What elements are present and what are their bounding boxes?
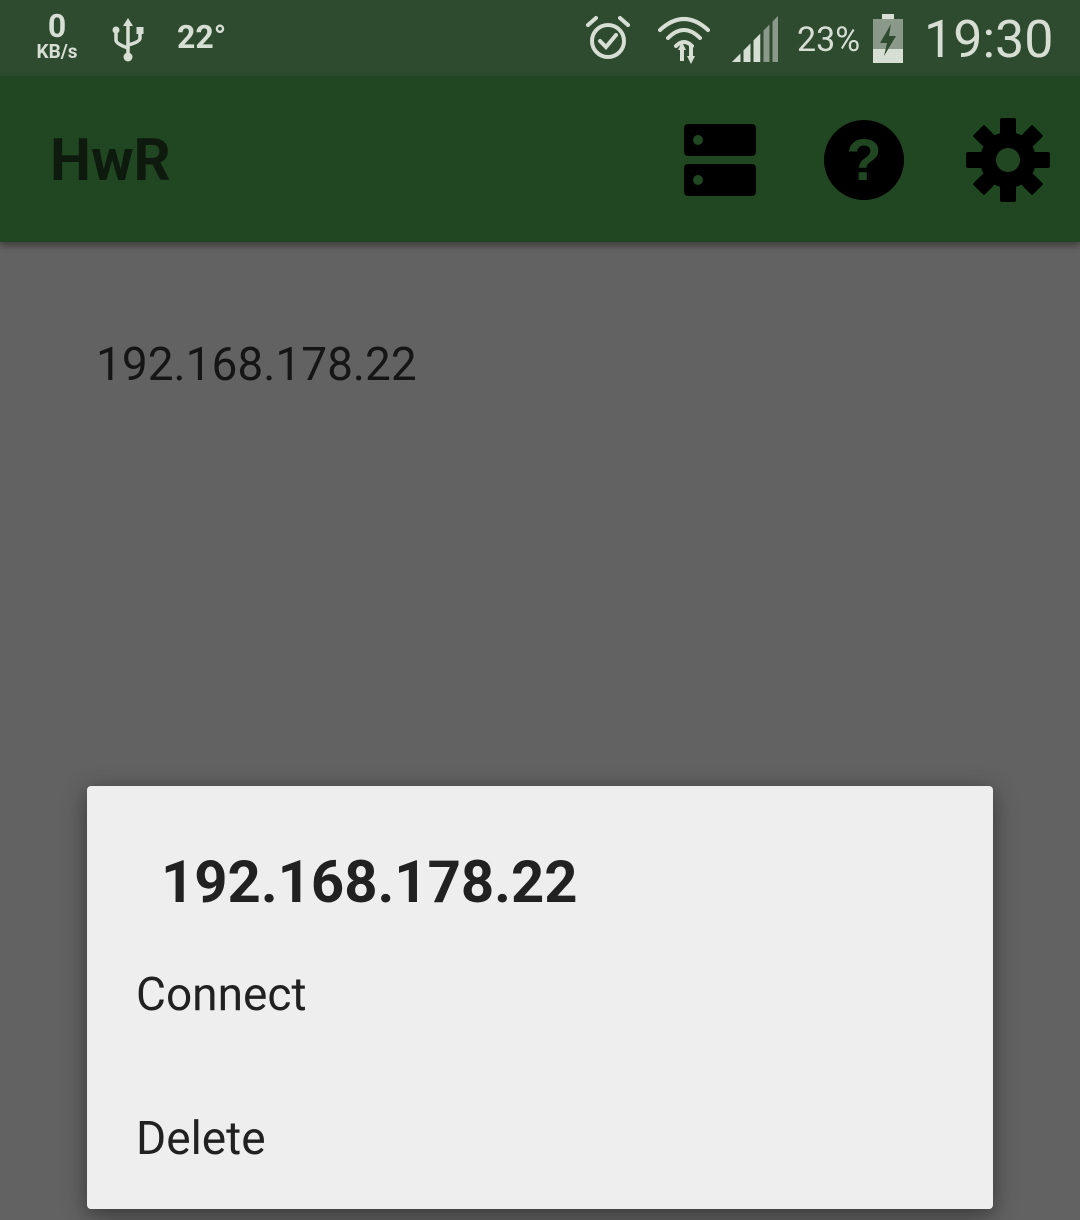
help-button[interactable]: ? (816, 112, 912, 208)
settings-button[interactable] (960, 112, 1056, 208)
servers-button[interactable] (672, 112, 768, 208)
dialog-title: 192.168.178.22 (161, 849, 578, 917)
help-icon: ? (824, 120, 904, 200)
delete-option[interactable]: Delete (87, 1084, 993, 1194)
clock: 19:30 (924, 9, 1054, 70)
temperature: 22° (177, 18, 227, 56)
app-bar: HwR ? (0, 76, 1080, 242)
server-list-item[interactable]: 192.168.178.22 (96, 338, 417, 392)
server-options-dialog: 192.168.178.22 Connect Delete (87, 786, 993, 1209)
connect-option-label: Connect (136, 968, 307, 1022)
usb-icon (110, 18, 146, 66)
settings-icon (966, 118, 1050, 202)
wifi-icon (656, 12, 712, 68)
alarm-icon (584, 14, 632, 66)
app-title: HwR (50, 127, 171, 195)
status-bar: 0 KB/s 22° 23% 19:30 (0, 0, 1080, 76)
battery-percentage: 23% (797, 20, 861, 60)
network-speed-value: 0 (47, 7, 67, 45)
battery-charging-icon (871, 14, 905, 68)
cell-signal-icon (730, 14, 780, 66)
delete-option-label: Delete (136, 1112, 266, 1166)
svg-text:?: ? (846, 128, 881, 193)
network-speed-unit: KB/s (36, 40, 78, 63)
network-speed: 0 KB/s (30, 10, 84, 62)
servers-icon (684, 124, 756, 196)
connect-option[interactable]: Connect (87, 940, 993, 1050)
